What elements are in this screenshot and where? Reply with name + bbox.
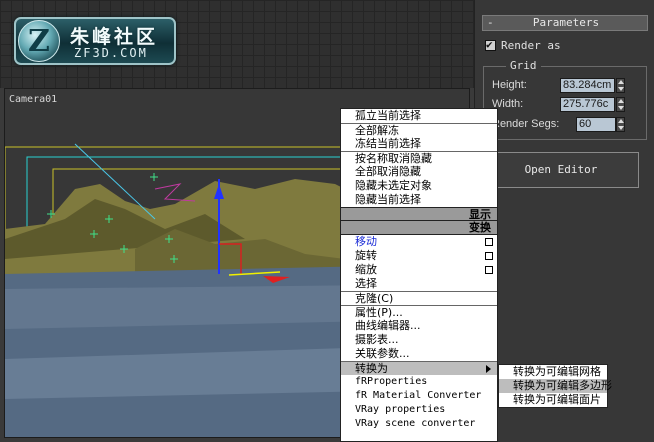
grid-group-box: Grid Height: 83.284cm Width: 275.776c Re… [483, 59, 647, 140]
viewport-label[interactable]: Camera01 [9, 94, 57, 105]
rollout-title: Parameters [532, 16, 600, 29]
render-segs-spinner[interactable] [616, 117, 625, 132]
menu-item-freeze-selection[interactable]: 冻结当前选择 [341, 137, 497, 151]
logo-emblem-icon: Z [18, 20, 60, 62]
logo-title-cn: 朱峰社区 [70, 26, 159, 48]
transform-quad-header: 变换 [341, 221, 497, 235]
menu-item-hide-unselected[interactable]: 隐藏未选定对象 [341, 179, 497, 193]
open-editor-button[interactable]: Open Editor [483, 152, 639, 188]
menu-item-vray-scene-converter[interactable]: VRay scene converter [341, 417, 497, 431]
menu-item-fr-material-converter[interactable]: fR Material Converter [341, 389, 497, 403]
menu-item-isolate[interactable]: 孤立当前选择 [341, 109, 497, 123]
width-spinner[interactable] [616, 97, 625, 112]
menu-item-vray-properties[interactable]: VRay properties [341, 403, 497, 417]
site-logo: Z 朱峰社区 ZF3D.COM [14, 17, 176, 65]
menu-item-properties[interactable]: 属性(P)... [341, 305, 497, 319]
height-label: Height: [492, 79, 527, 91]
menu-item-wire-parameters[interactable]: 关联参数... [341, 347, 497, 361]
render-as-checkbox[interactable]: Render as [485, 38, 561, 52]
menu-item-unhide-by-name[interactable]: 按名称取消隐藏 [341, 151, 497, 165]
menu-item-scale[interactable]: 缩放 [341, 263, 497, 277]
checkbox-checked-icon[interactable] [485, 38, 496, 51]
height-spinner[interactable] [616, 78, 625, 93]
menu-item-select[interactable]: 选择 [341, 277, 497, 291]
parameters-rollout-header[interactable]: - Parameters [482, 15, 648, 31]
menu-item-rotate[interactable]: 旋转 [341, 249, 497, 263]
render-as-label: Render as [501, 39, 561, 52]
render-segs-field[interactable]: 60 [576, 117, 616, 132]
render-segs-label: Render Segs: [492, 118, 560, 130]
menu-item-unfreeze-all[interactable]: 全部解冻 [341, 123, 497, 137]
display-quad-header: 显示 [341, 207, 497, 221]
menu-item-curve-editor[interactable]: 曲线编辑器... [341, 319, 497, 333]
submenu-item-editable-patch[interactable]: 转换为可编辑面片 [499, 393, 607, 407]
menu-item-move[interactable]: 移动 [341, 235, 497, 249]
convert-to-submenu: 转换为可编辑网格 转换为可编辑多边形 转换为可编辑面片 [498, 364, 612, 408]
menu-item-hide-selection[interactable]: 隐藏当前选择 [341, 193, 497, 207]
height-field[interactable]: 83.284cm [560, 78, 615, 93]
grid-group-title: Grid [506, 59, 541, 72]
menu-item-frproperties[interactable]: fRProperties [341, 375, 497, 389]
submenu-item-editable-poly[interactable]: 转换为可编辑多边形 [499, 379, 612, 393]
move-settings-icon[interactable] [485, 238, 493, 246]
menu-item-convert-to[interactable]: 转换为 [341, 361, 497, 375]
logo-title-en: ZF3D.COM [74, 46, 148, 60]
top-toolbar-area: Z 朱峰社区 ZF3D.COM [0, 0, 474, 88]
menu-item-clone[interactable]: 克隆(C) [341, 291, 497, 305]
menu-item-dope-sheet[interactable]: 摄影表... [341, 333, 497, 347]
rotate-settings-icon[interactable] [485, 252, 493, 260]
scale-settings-icon[interactable] [485, 266, 493, 274]
submenu-item-editable-mesh[interactable]: 转换为可编辑网格 [499, 365, 607, 379]
context-menu: 孤立当前选择 全部解冻 冻结当前选择 按名称取消隐藏 全部取消隐藏 隐藏未选定对… [340, 108, 498, 442]
menu-item-unhide-all[interactable]: 全部取消隐藏 [341, 165, 497, 179]
submenu-arrow-icon [486, 365, 491, 373]
width-field[interactable]: 275.776c [560, 97, 615, 112]
